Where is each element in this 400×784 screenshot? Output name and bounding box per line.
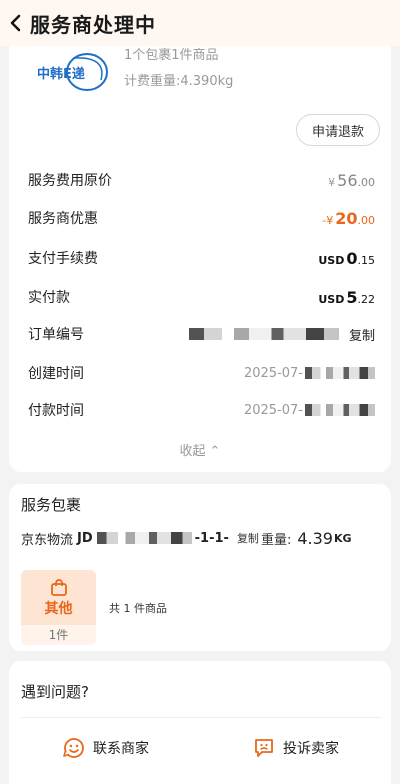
paid-time-value: 2025-07- <box>244 403 375 418</box>
paid-date-prefix: 2025-07- <box>243 402 303 418</box>
service-package-card: 服务包裹 京东物流 JD -1-1- 复制 重量: 4.39 KG 其他 1件 … <box>9 484 391 651</box>
fee-label: 支付手续费 <box>28 251 98 267</box>
fee-amount: USD 5.22 <box>318 288 375 307</box>
tracking-row: 京东物流 JD -1-1- 复制 重量: 4.39 KG <box>21 528 381 548</box>
created-time-label: 创建时间 <box>28 366 84 382</box>
category-tile[interactable]: 其他 1件 <box>21 570 96 645</box>
redacted-paid-time <box>305 404 375 416</box>
chat-smile-icon <box>63 738 84 758</box>
collapse-label: 收起 <box>179 444 206 459</box>
complain-seller-label: 投诉卖家 <box>283 741 339 757</box>
chevron-up-icon: ⌃ <box>209 444 221 459</box>
fee-row-paid: 实付款 USD 5.22 <box>28 285 375 309</box>
page-title: 服务商处理中 <box>30 12 156 37</box>
service-package-title: 服务包裹 <box>21 496 82 514</box>
currency-symbol: ¥ <box>328 175 336 189</box>
amount-dec: .00 <box>357 175 376 189</box>
billing-weight-text: 计费重量:4.390kg <box>124 74 234 89</box>
copy-order-number-button[interactable]: 复制 <box>349 325 375 344</box>
amount-dec: .22 <box>357 292 376 306</box>
redacted-created-time <box>305 367 375 379</box>
redacted-order-number <box>188 328 339 340</box>
package-count-text: 1个包裹1件商品 <box>124 48 219 63</box>
paid-time-label: 付款时间 <box>28 403 84 419</box>
tracking-prefix: JD <box>77 530 93 546</box>
merchant-logo: 中韩E递 <box>37 50 109 96</box>
amount-dec: .00 <box>357 213 376 227</box>
fee-label: 实付款 <box>28 290 70 306</box>
fee-row-payment-fee: 支付手续费 USD 0.15 <box>28 246 375 270</box>
weight-label: 重量: <box>260 532 292 548</box>
help-title: 遇到问题? <box>21 683 89 701</box>
order-number-row: 订单编号 复制 <box>28 322 375 346</box>
amount-dec: .15 <box>357 253 376 267</box>
weight-unit: KG <box>333 531 352 545</box>
back-button[interactable] <box>2 0 30 46</box>
complain-seller-button[interactable]: 投诉卖家 <box>253 737 339 759</box>
currency-symbol: -¥ <box>322 213 334 227</box>
copy-tracking-button[interactable]: 复制 <box>237 530 259 546</box>
fee-row-original: 服务费用原价 ¥56.00 <box>28 168 375 192</box>
chevron-left-icon <box>10 14 21 32</box>
svg-text:中韩E递: 中韩E递 <box>37 66 85 82</box>
amount-int: 56 <box>337 170 358 190</box>
collapse-toggle[interactable]: 收起 ⌃ <box>9 440 391 459</box>
complaint-icon <box>255 739 273 757</box>
weight-value: 4.39 <box>297 528 333 548</box>
fee-amount: USD 0.15 <box>318 249 375 268</box>
amount-int: 5 <box>346 287 358 307</box>
category-name: 其他 <box>44 601 73 617</box>
redacted-tracking-number <box>96 532 192 544</box>
fee-amount: -¥ 20.00 <box>322 209 375 228</box>
amount-int: 0 <box>346 248 358 268</box>
fee-row-discount: 服务商优惠 -¥ 20.00 <box>28 206 375 230</box>
page: 中韩E递 1个包裹1件商品 计费重量:4.390kg 申请退款 服务费用原价 ¥… <box>0 0 400 784</box>
category-count: 1件 <box>21 625 96 645</box>
order-number-value: 复制 <box>188 325 375 344</box>
contact-merchant-label: 联系商家 <box>93 741 149 757</box>
help-card: 遇到问题? 联系商家 投诉卖家 <box>9 661 391 784</box>
paid-time-row: 付款时间 2025-07- <box>28 398 375 422</box>
contact-merchant-button[interactable]: 联系商家 <box>63 737 149 759</box>
header-bar: 服务商处理中 <box>0 0 400 46</box>
tracking-suffix: -1-1- <box>194 530 229 546</box>
order-number-label: 订单编号 <box>28 327 84 343</box>
order-detail-card: 中韩E递 1个包裹1件商品 计费重量:4.390kg 申请退款 服务费用原价 ¥… <box>9 40 391 472</box>
divider <box>21 717 381 718</box>
fee-amount: ¥56.00 <box>328 171 375 190</box>
fee-label: 服务费用原价 <box>28 173 112 189</box>
carrier-name: 京东物流 <box>21 532 74 548</box>
fee-label: 服务商优惠 <box>28 211 98 227</box>
currency-symbol: USD <box>318 292 345 306</box>
apply-refund-button[interactable]: 申请退款 <box>296 114 380 146</box>
amount-int: 20 <box>335 208 358 228</box>
items-total-text: 共 1 件商品 <box>109 602 167 615</box>
currency-symbol: USD <box>318 253 345 267</box>
created-time-value: 2025-07- <box>244 366 375 381</box>
created-time-row: 创建时间 2025-07- <box>28 361 375 385</box>
shopping-bag-icon <box>51 579 67 596</box>
created-date-prefix: 2025-07- <box>243 365 303 381</box>
